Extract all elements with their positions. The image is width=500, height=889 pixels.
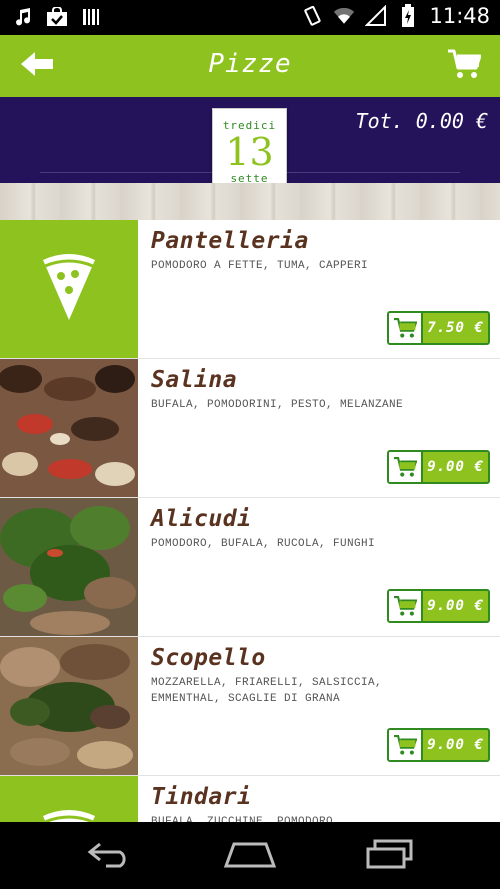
pizza-name: Tindari — [151, 784, 252, 810]
clock: 11:48 — [429, 4, 490, 28]
logo-mark: 13 — [225, 130, 274, 174]
header-band: tredici 13 sette Tot. 0.00 € — [0, 97, 500, 196]
add-to-cart-button[interactable]: 9.00 € — [387, 728, 490, 762]
price: 9.00 € — [427, 598, 484, 614]
pizza-ingredients: MOZZARELLA, FRIARELLI, SALSICCIA, EMMENT… — [151, 677, 383, 705]
pizza-name: Salina — [151, 367, 238, 393]
signal-icon — [365, 5, 387, 27]
cart-icon — [447, 48, 482, 85]
pizza-thumbnail — [0, 776, 138, 822]
cart-icon — [389, 730, 423, 760]
pizza-ingredients: BUFALA, ZUCCHINE, POMODORO SOLEGGIATO, — [151, 816, 334, 822]
list-item[interactable]: Scopello MOZZARELLA, FRIARELLI, SALSICCI… — [0, 637, 500, 776]
recents-icon — [365, 839, 415, 874]
list-item[interactable]: Salina BUFALA, POMODORINI, PESTO, MELANZ… — [0, 359, 500, 498]
pizza-name: Pantelleria — [151, 228, 309, 254]
pizza-thumbnail — [0, 220, 138, 358]
pizza-photo — [0, 359, 138, 497]
nav-back-button[interactable] — [80, 836, 140, 876]
list-item[interactable]: Alicudi POMODORO, BUFALA, RUCOLA, FUNGHI… — [0, 498, 500, 637]
pizza-name: Scopello — [151, 645, 266, 671]
status-bar: 11:48 — [0, 0, 500, 35]
music-note-icon — [12, 6, 34, 28]
navigation-bar — [0, 822, 500, 889]
cart-icon — [389, 313, 423, 343]
wifi-icon — [333, 5, 355, 27]
cart-icon — [389, 452, 423, 482]
home-icon — [223, 840, 277, 873]
back-icon — [86, 840, 134, 873]
pizza-ingredients: POMODORO A FETTE, TUMA, CAPPERI — [151, 260, 369, 272]
add-to-cart-button[interactable]: 9.00 € — [387, 589, 490, 623]
pizza-ingredients: BUFALA, POMODORINI, PESTO, MELANZANE — [151, 399, 404, 411]
barcode-icon — [80, 6, 102, 28]
add-to-cart-button[interactable]: 9.00 € — [387, 450, 490, 484]
shopping-bag-check-icon — [46, 6, 68, 28]
nav-recents-button[interactable] — [360, 836, 420, 876]
add-to-cart-button[interactable]: 7.50 € — [387, 311, 490, 345]
page-title: Pizze — [208, 49, 292, 79]
battery-charging-icon — [397, 4, 419, 27]
cart-icon — [389, 591, 423, 621]
pizza-photo — [0, 637, 138, 775]
vibrate-icon — [301, 5, 323, 27]
pizza-slice-icon — [41, 808, 97, 822]
price: 9.00 € — [427, 459, 484, 475]
action-bar: Pizze — [0, 35, 500, 97]
pizza-ingredients: POMODORO, BUFALA, RUCOLA, FUNGHI — [151, 538, 376, 550]
price: 9.00 € — [427, 737, 484, 753]
cart-button[interactable] — [444, 48, 484, 84]
nav-home-button[interactable] — [220, 836, 280, 876]
pizza-list[interactable]: Pantelleria POMODORO A FETTE, TUMA, CAPP… — [0, 220, 500, 822]
pizza-name: Alicudi — [151, 506, 252, 532]
wood-background — [0, 183, 500, 220]
price: 7.50 € — [427, 320, 484, 336]
cart-total: Tot. 0.00 € — [355, 109, 488, 133]
list-item[interactable]: Pantelleria POMODORO A FETTE, TUMA, CAPP… — [0, 220, 500, 359]
pizza-slice-icon — [41, 252, 97, 327]
pizza-photo — [0, 498, 138, 636]
list-item[interactable]: Tindari BUFALA, ZUCCHINE, POMODORO SOLEG… — [0, 776, 500, 822]
